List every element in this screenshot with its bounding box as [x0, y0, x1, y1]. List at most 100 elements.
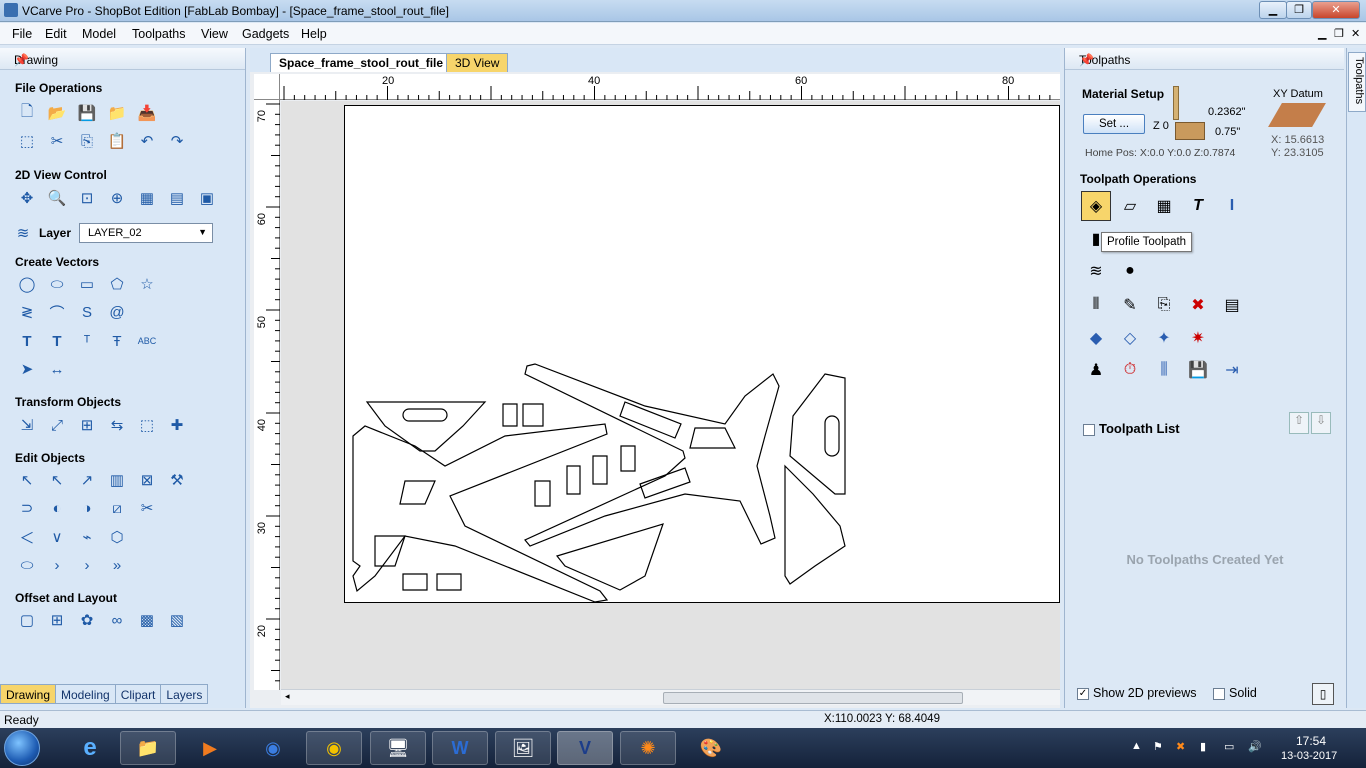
small-tabs-top[interactable] [502, 403, 544, 427]
side-part-top[interactable] [789, 373, 846, 495]
tool-summary-icon[interactable]: ♟ [1081, 355, 1111, 385]
inlay-toolpath-icon[interactable]: I [1217, 191, 1247, 221]
toolpath-list-checkbox[interactable] [1083, 423, 1095, 436]
leg-part-1-slot-2[interactable] [374, 535, 406, 567]
import-icon[interactable]: 📥 [136, 102, 158, 124]
calculator-icon[interactable]: ▤ [1217, 290, 1247, 320]
solid-checkbox[interactable] [1213, 687, 1225, 700]
material-sheet[interactable] [344, 105, 1060, 603]
tray-arrow-icon[interactable]: ▲ [1131, 740, 1142, 752]
menu-gadgets[interactable]: Gadgets [242, 27, 289, 41]
leg-part-1-slot[interactable] [399, 480, 436, 505]
offset-curve-icon[interactable]: ⬭ [16, 554, 38, 576]
zoom-extents-icon[interactable]: ⊡ [76, 187, 98, 209]
start-button[interactable] [4, 730, 40, 766]
extend-icon[interactable]: › [46, 554, 68, 576]
zoom-icon[interactable]: 🔍 [46, 187, 68, 209]
weld-icon[interactable]: ⚒ [166, 469, 188, 491]
file-explorer-icon[interactable]: 📁 [120, 731, 176, 765]
word-icon[interactable]: W [432, 731, 488, 765]
timer-icon[interactable]: ⏱ [1115, 355, 1145, 385]
join-icon[interactable]: ⊃ [16, 497, 38, 519]
ellipse-icon[interactable]: ⬭ [46, 273, 68, 295]
tray-device-icon[interactable]: ▮ [1200, 740, 1206, 753]
preview-toolpaths-icon[interactable]: ◆ [1081, 323, 1111, 353]
cut-icon[interactable]: ✂ [46, 130, 68, 152]
distort-icon[interactable]: ⬚ [136, 414, 158, 436]
tab-clipart[interactable]: Clipart [114, 684, 162, 704]
horizontal-scrollbar[interactable]: ◂ [281, 689, 1060, 705]
view-layout-icon[interactable]: ▤ [166, 187, 188, 209]
select-all-icon[interactable]: ⬚ [16, 130, 38, 152]
preview-all-icon[interactable]: ✦ [1149, 323, 1179, 353]
circle-icon[interactable]: ◯ [16, 273, 38, 295]
design-canvas[interactable] [281, 101, 1060, 690]
text-box-icon[interactable]: T [46, 330, 68, 352]
move-down-icon[interactable]: ⇩ [1311, 412, 1331, 434]
dimension-icon[interactable]: ↔ [46, 358, 68, 380]
text-icon[interactable]: T [16, 330, 38, 352]
tab-3d-view[interactable]: 3D View [446, 53, 509, 72]
side-part-bottom[interactable] [784, 464, 846, 585]
copy-along-vector-icon[interactable]: ∞ [106, 609, 128, 631]
mdi-close-icon[interactable]: ✕ [1351, 27, 1360, 40]
close-button[interactable]: ✕ [1312, 1, 1360, 19]
open-folder-icon[interactable]: 📁 [106, 102, 128, 124]
delete-toolpath-icon[interactable]: ✖ [1183, 290, 1213, 320]
save-icon[interactable]: 💾 [76, 102, 98, 124]
select-icon[interactable]: ↖ [16, 469, 38, 491]
trim-edge-icon[interactable]: › [76, 554, 98, 576]
bridge-icon[interactable]: » [106, 554, 128, 576]
reset-preview-icon[interactable]: ✷ [1183, 323, 1213, 353]
triangle-part-2[interactable] [555, 523, 664, 591]
trim-icon[interactable]: ✂ [136, 497, 158, 519]
text-arc-icon[interactable]: Ŧ [106, 330, 128, 352]
circular-array-icon[interactable]: ✿ [76, 609, 98, 631]
v-carve-toolpath-icon[interactable]: T [1183, 191, 1213, 221]
show-previews-checkbox[interactable]: ✓ [1077, 687, 1089, 700]
copy-icon[interactable]: ⎘ [76, 130, 98, 152]
tray-network-icon[interactable]: ▭ [1224, 740, 1234, 753]
draw-freehand-icon[interactable]: ➤ [16, 358, 38, 380]
tab-2d-design[interactable]: Space_frame_stool_rout_file [270, 53, 453, 72]
menu-file[interactable]: File [12, 27, 32, 41]
star-icon[interactable]: ☆ [136, 273, 158, 295]
move-icon[interactable]: ⇲ [16, 414, 38, 436]
nesting-icon[interactable]: ▩ [136, 609, 158, 631]
auto-text-icon[interactable]: ABC [136, 330, 158, 352]
maximize-button[interactable]: ❐ [1286, 1, 1312, 19]
smooth-curve-icon[interactable]: ⌁ [76, 526, 98, 548]
intersect-icon[interactable]: ◑ [76, 497, 98, 519]
ungroup-icon[interactable]: ⊠ [136, 469, 158, 491]
v-join-icon[interactable]: ∨ [46, 526, 68, 548]
close-vector-icon[interactable]: ⬡ [106, 526, 128, 548]
edit-toolpath-icon[interactable]: ✎ [1115, 290, 1145, 320]
side-part-top-slot[interactable] [824, 415, 840, 457]
leg-part-2-slot-2[interactable] [689, 427, 736, 449]
polyline-icon[interactable]: ≷ [16, 301, 38, 323]
open-file-icon[interactable]: 📂 [46, 102, 68, 124]
vcarve-pro-icon[interactable]: V [557, 731, 613, 765]
small-tabs-bottom[interactable] [402, 573, 462, 591]
arc-icon[interactable]: ⌒ [46, 301, 68, 323]
align-icon[interactable]: ⊞ [76, 414, 98, 436]
material-set-button[interactable]: Set ... [1083, 114, 1145, 134]
copy-toolpath-icon[interactable]: ⎘ [1149, 290, 1179, 320]
curve-icon[interactable]: S [76, 301, 98, 323]
leg-part-2-slot-3[interactable] [639, 467, 691, 499]
menu-model[interactable]: Model [82, 27, 116, 41]
pocket-toolpath-icon[interactable]: ▱ [1115, 191, 1145, 221]
auto-layout-icon[interactable]: ▧ [166, 609, 188, 631]
minimize-button[interactable]: ▁ [1259, 1, 1287, 19]
text-on-curve-icon[interactable]: ᵀ [76, 330, 98, 352]
tray-app-icon[interactable]: ✖ [1176, 740, 1185, 753]
move-up-icon[interactable]: ⇧ [1289, 412, 1309, 434]
templates-icon[interactable]: ⫼ [1149, 355, 1179, 385]
chrome-icon[interactable]: ◉ [306, 731, 362, 765]
layer-select[interactable]: LAYER_02 [79, 223, 214, 243]
pin-icon[interactable]: 📌 [14, 53, 237, 67]
array-copy-icon[interactable]: ⊞ [46, 609, 68, 631]
rotate-icon[interactable]: ✚ [166, 414, 188, 436]
mdi-restore-icon[interactable]: ❐ [1334, 27, 1344, 40]
tray-flag-icon[interactable]: ⚑ [1153, 740, 1163, 753]
